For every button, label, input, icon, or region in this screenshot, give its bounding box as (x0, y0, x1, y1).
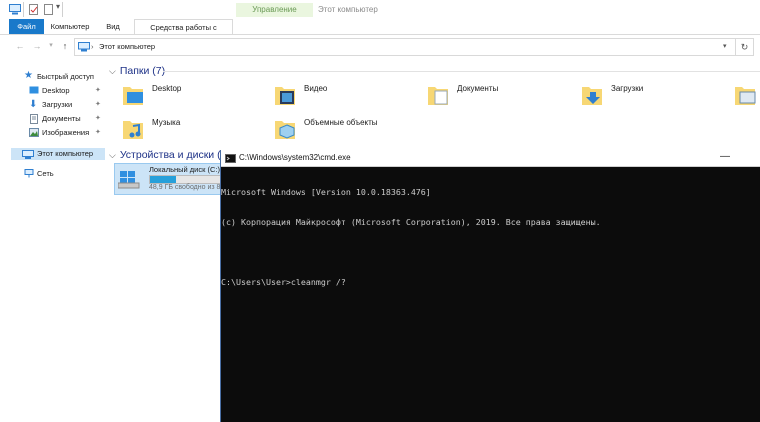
breadcrumb[interactable]: Этот компьютер (99, 39, 155, 55)
star-icon: ★ (24, 70, 33, 81)
new-folder-icon[interactable] (43, 4, 55, 15)
windows-drive-icon (118, 171, 140, 189)
console-output[interactable]: Microsoft Windows [Version 10.0.18363.47… (221, 167, 760, 422)
tab-view[interactable]: Вид (100, 19, 126, 34)
tab-disk-tools[interactable]: Средства работы с дисками (134, 19, 233, 47)
drive-name: Локальный диск (C:) (149, 165, 220, 174)
sidebar-item-quick-access[interactable]: ★ Быстрый доступ (0, 70, 110, 83)
computer-icon (9, 4, 21, 15)
pictures-folder-icon (735, 87, 756, 105)
sidebar-item-pictures[interactable]: Изображения ✦ (0, 126, 110, 139)
pictures-icon (29, 128, 39, 137)
pin-icon[interactable]: ✦ (95, 98, 101, 111)
window-title: Этот компьютер (318, 5, 378, 14)
drive-usage-bar (149, 175, 222, 184)
sidebar-item-documents[interactable]: Документы ✦ (0, 112, 110, 125)
sidebar-item-label: Документы (42, 114, 81, 123)
chevron-down-icon: ⌵ (109, 150, 116, 160)
sidebar-item-label: Desktop (42, 86, 70, 95)
document-icon (29, 114, 39, 124)
console-line: Microsoft Windows [Version 10.0.18363.47… (221, 187, 431, 197)
folders-group-header[interactable]: ⌵ Папки (7) (109, 65, 165, 77)
pin-icon[interactable]: ✦ (95, 84, 101, 97)
pin-icon[interactable]: ✦ (95, 126, 101, 139)
ribbon-tabs: Файл Компьютер Вид Средства работы с дис… (0, 19, 760, 47)
sidebar-item-network[interactable]: Сеть (0, 167, 110, 180)
context-tab-header: Управление (236, 3, 313, 17)
sidebar-item-label: Быстрый доступ (37, 72, 94, 81)
desktop-icon (29, 86, 39, 95)
properties-icon[interactable] (28, 4, 40, 15)
refresh-icon: ↻ (740, 42, 749, 52)
cmd-icon (225, 154, 236, 163)
divider (163, 71, 760, 72)
sidebar-item-this-pc[interactable]: Этот компьютер (11, 148, 105, 160)
devices-group-header[interactable]: ⌵ Устройства и диски (2) (109, 149, 230, 161)
folder-label: Видео (304, 84, 328, 93)
console-line: (c) Корпорация Майкрософт (Microsoft Cor… (221, 217, 601, 227)
minimize-button[interactable]: — (715, 150, 735, 164)
computer-icon (22, 150, 34, 159)
sidebar-item-label: Загрузки (42, 100, 73, 109)
tab-file[interactable]: Файл (9, 19, 44, 34)
music-folder-icon (123, 121, 143, 139)
cmd-title: C:\Windows\system32\cmd.exe (239, 153, 351, 162)
folder-label: Desktop (152, 84, 182, 93)
chevron-down-icon: ⌵ (109, 66, 116, 76)
console-prompt-line[interactable]: C:\Users\User>cleanmgr /? (221, 277, 760, 287)
sidebar-item-label: Этот компьютер (37, 149, 94, 158)
computer-icon (78, 42, 90, 54)
tab-computer[interactable]: Компьютер (47, 19, 93, 34)
documents-folder-icon (428, 87, 448, 105)
network-icon (24, 169, 34, 178)
cmd-window[interactable]: C:\Windows\system32\cmd.exe — Microsoft … (220, 150, 760, 422)
desktop-folder-icon (123, 87, 143, 105)
refresh-button[interactable]: ↻ (736, 38, 754, 56)
pin-icon[interactable]: ✦ (95, 112, 101, 125)
divider (62, 2, 63, 17)
folder-label: Документы (457, 84, 499, 93)
address-dropdown-icon[interactable]: ▾ (723, 39, 727, 55)
drive-usage-fill (150, 176, 176, 183)
title-bar: ▾ Управление Этот компьютер (0, 0, 760, 20)
folder-label: Загрузки (611, 84, 644, 93)
address-field[interactable]: › Этот компьютер ▾ (74, 38, 736, 56)
video-folder-icon (275, 87, 295, 105)
back-icon[interactable]: ← (15, 41, 25, 51)
divider (23, 2, 24, 17)
recent-dropdown-icon[interactable]: ▾ (46, 41, 56, 51)
sidebar-item-desktop[interactable]: Desktop ✦ (0, 84, 110, 97)
sidebar-item-downloads[interactable]: ⬇ Загрузки ✦ (0, 98, 110, 111)
folder-label: Объемные объекты (304, 118, 378, 127)
address-row: ← → ▾ ↑ › Этот компьютер ▾ ↻ (0, 35, 760, 57)
up-icon[interactable]: ↑ (60, 41, 70, 51)
group-title: Устройства и диски (2) (119, 149, 230, 161)
group-title: Папки (7) (119, 65, 166, 77)
navigation-pane: ★ Быстрый доступ Desktop ✦ ⬇ Загрузки ✦ … (0, 58, 110, 422)
breadcrumb-separator: › (91, 42, 94, 51)
sidebar-item-label: Сеть (37, 169, 54, 178)
sidebar-item-label: Изображения (42, 128, 90, 137)
drive-tile-c[interactable]: Локальный диск (C:) 48,9 ГБ свободно из … (114, 163, 222, 195)
downloads-folder-icon (582, 87, 602, 105)
forward-icon[interactable]: → (32, 41, 42, 51)
download-arrow-icon: ⬇ (29, 99, 38, 110)
3d-objects-folder-icon (275, 121, 295, 139)
cmd-title-bar[interactable]: C:\Windows\system32\cmd.exe — (221, 150, 760, 167)
folder-label: Музыка (152, 118, 181, 127)
drive-free-space: 48,9 ГБ свободно из 8 (149, 184, 221, 191)
